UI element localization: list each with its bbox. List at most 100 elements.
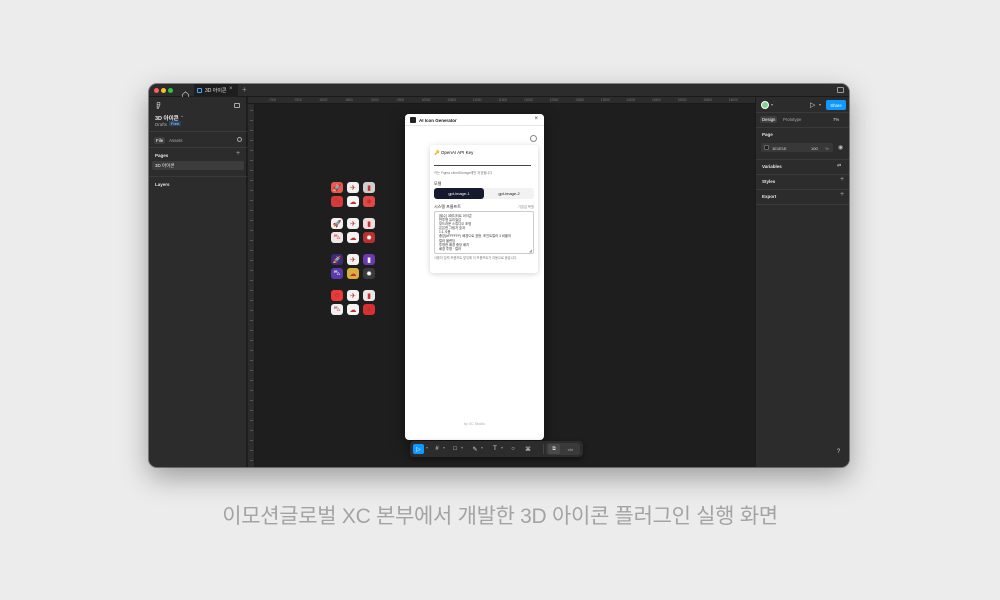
toggle-panel-icon[interactable] [234,103,240,108]
text-tool-icon[interactable]: T [490,444,500,454]
figma-menu-icon[interactable] [155,102,162,111]
search-icon[interactable] [237,137,242,142]
ruler-tick: 11000 [472,98,482,102]
chevron-down-icon[interactable]: ⌄ [180,113,184,119]
resize-handle-icon[interactable]: ◢ [529,248,532,253]
page-opacity[interactable]: 100 [811,146,818,151]
add-page-button[interactable]: + [236,150,240,157]
model-option-gpt-image-1[interactable]: gpt-image-1 [434,188,484,199]
generated-3d-icon[interactable]: ✹ [363,268,375,279]
dev-mode-icon[interactable]: </> [564,444,577,454]
zoom-level[interactable]: 7% [833,117,839,122]
chevron-down-icon[interactable]: ▾ [443,445,445,450]
generated-3d-icon[interactable]: ▮ [363,254,375,265]
close-window-button[interactable] [154,88,159,93]
chevron-down-icon[interactable]: ▾ [501,445,503,450]
minimize-window-button[interactable] [161,88,166,93]
ruler-tick [250,360,253,361]
generated-3d-icon[interactable]: ✹ [363,196,375,207]
prompt-help-text: 사용자 입력 프롬프트 앞뒤에 이 프롬프트가 자동으로 붙습니다. [434,256,518,260]
drafts-label[interactable]: Drafts [155,122,167,127]
present-icon[interactable]: ▷ [810,101,815,109]
pen-tool-icon[interactable]: ✎ [470,444,480,454]
maximize-window-button[interactable] [168,88,173,93]
generated-3d-icon[interactable]: ⛍ [331,304,343,315]
layers-heading: Layers [155,182,170,187]
generated-3d-icon[interactable]: ✹ [363,232,375,243]
help-button[interactable]: ? [834,447,843,456]
generated-3d-icon[interactable]: ✈ [347,254,359,265]
ruler-tick [250,290,253,291]
page-color-field[interactable]: 1E1E1E 100 % [761,143,833,152]
ruler-tick [250,260,253,261]
variables-icon[interactable]: ⇄ [837,163,841,169]
generated-3d-icon[interactable]: ✈ [347,218,359,229]
home-icon[interactable] [181,86,190,99]
reset-default-button[interactable]: 기본값 복원 [518,204,534,209]
variables-heading[interactable]: Variables [762,164,782,169]
api-key-input[interactable] [434,158,531,166]
divider [756,127,849,128]
eye-icon[interactable]: ◉ [838,144,843,151]
api-key-title: 🔑 OpenAI API Key [434,150,474,155]
page-item-label: 3D 아이콘 [155,163,175,168]
generated-3d-icon[interactable]: ✈ [347,182,359,193]
canvas[interactable]: -7000 -7500 -8000 -8500 -9000 -9500 10000 10500… [248,97,814,467]
chevron-down-icon[interactable]: ▾ [771,102,773,107]
chevron-down-icon[interactable]: ▾ [481,445,483,450]
ruler-tick [250,380,253,381]
tab-assets[interactable]: Assets [169,138,183,143]
generated-3d-icon[interactable]: 🚀 [331,254,343,265]
generated-3d-icon[interactable]: 🚀 [331,182,343,193]
close-tab-icon[interactable]: × [229,86,233,92]
window-layout-icon[interactable] [837,87,844,93]
generated-3d-icon[interactable]: ✈ [347,290,359,301]
file-tab[interactable]: 3D 아이콘 × [194,84,238,97]
generated-3d-icon[interactable]: ⛍ [331,196,343,207]
generated-3d-icon[interactable]: ▮ [363,182,375,193]
generated-3d-icon[interactable]: ☁ [347,196,359,207]
page-item[interactable]: 3D 아이콘 [152,161,244,170]
model-option-gpt-image-2[interactable]: gpt-image-2 [484,188,534,199]
ruler-tick: 11500 [498,98,508,102]
rectangle-tool-icon[interactable]: □ [450,444,460,454]
left-panel: 3D 아이콘 ⌄ Drafts Free File Assets Pages +… [149,97,247,467]
move-tool-icon[interactable]: ▷ [413,444,424,454]
chevron-down-icon[interactable]: ▾ [461,445,463,450]
ruler-tick [250,400,253,401]
system-prompt-textarea[interactable]: [필수] 3에디터트 아이콘 반투명 유리질감 부드러운 스튜디오 조명 은은한… [434,211,534,254]
generated-3d-icon[interactable]: ☁ [347,304,359,315]
design-mode-icon[interactable]: ⧉ [548,444,560,454]
generated-3d-icon[interactable]: ▮ [363,218,375,229]
color-swatch[interactable] [764,145,769,150]
icon-row: ⛍ ☁ ✹ [331,232,375,243]
new-tab-button[interactable]: + [242,85,247,94]
frame-tool-icon[interactable]: # [432,444,442,454]
generated-3d-icon[interactable]: ⛍ [331,268,343,279]
actions-icon[interactable]: ⌘ [523,444,533,454]
comment-tool-icon[interactable]: ○ [508,444,518,454]
plugin-title: AI Icon Generator [419,117,457,123]
icon-row: ⛍ ☁ ✹ [331,196,375,207]
page-color-hex[interactable]: 1E1E1E [772,146,787,151]
generated-3d-icon[interactable]: ☁ [347,232,359,243]
tab-file[interactable]: File [154,137,166,144]
ruler-tick [250,250,253,251]
tab-design[interactable]: Design [760,116,778,123]
add-export-button[interactable]: + [840,191,844,198]
gear-icon[interactable] [530,135,537,142]
generated-3d-icon[interactable]: 🚀 [331,218,343,229]
generated-3d-icon[interactable]: ▮ [363,290,375,301]
chevron-down-icon[interactable]: ▾ [819,102,821,107]
tab-prototype[interactable]: Prototype [783,117,801,122]
add-style-button[interactable]: + [840,176,844,183]
generated-3d-icon[interactable]: e [331,290,343,301]
avatar[interactable] [761,101,769,109]
generated-3d-icon[interactable]: ☁ [347,268,359,279]
close-icon[interactable]: × [534,116,538,122]
generated-3d-icon[interactable]: ⛍ [331,232,343,243]
generated-3d-icon[interactable]: ✹ [363,304,375,315]
chevron-down-icon[interactable]: ▾ [426,445,428,450]
export-heading: Export [762,194,777,199]
share-button[interactable]: Share [826,100,846,110]
